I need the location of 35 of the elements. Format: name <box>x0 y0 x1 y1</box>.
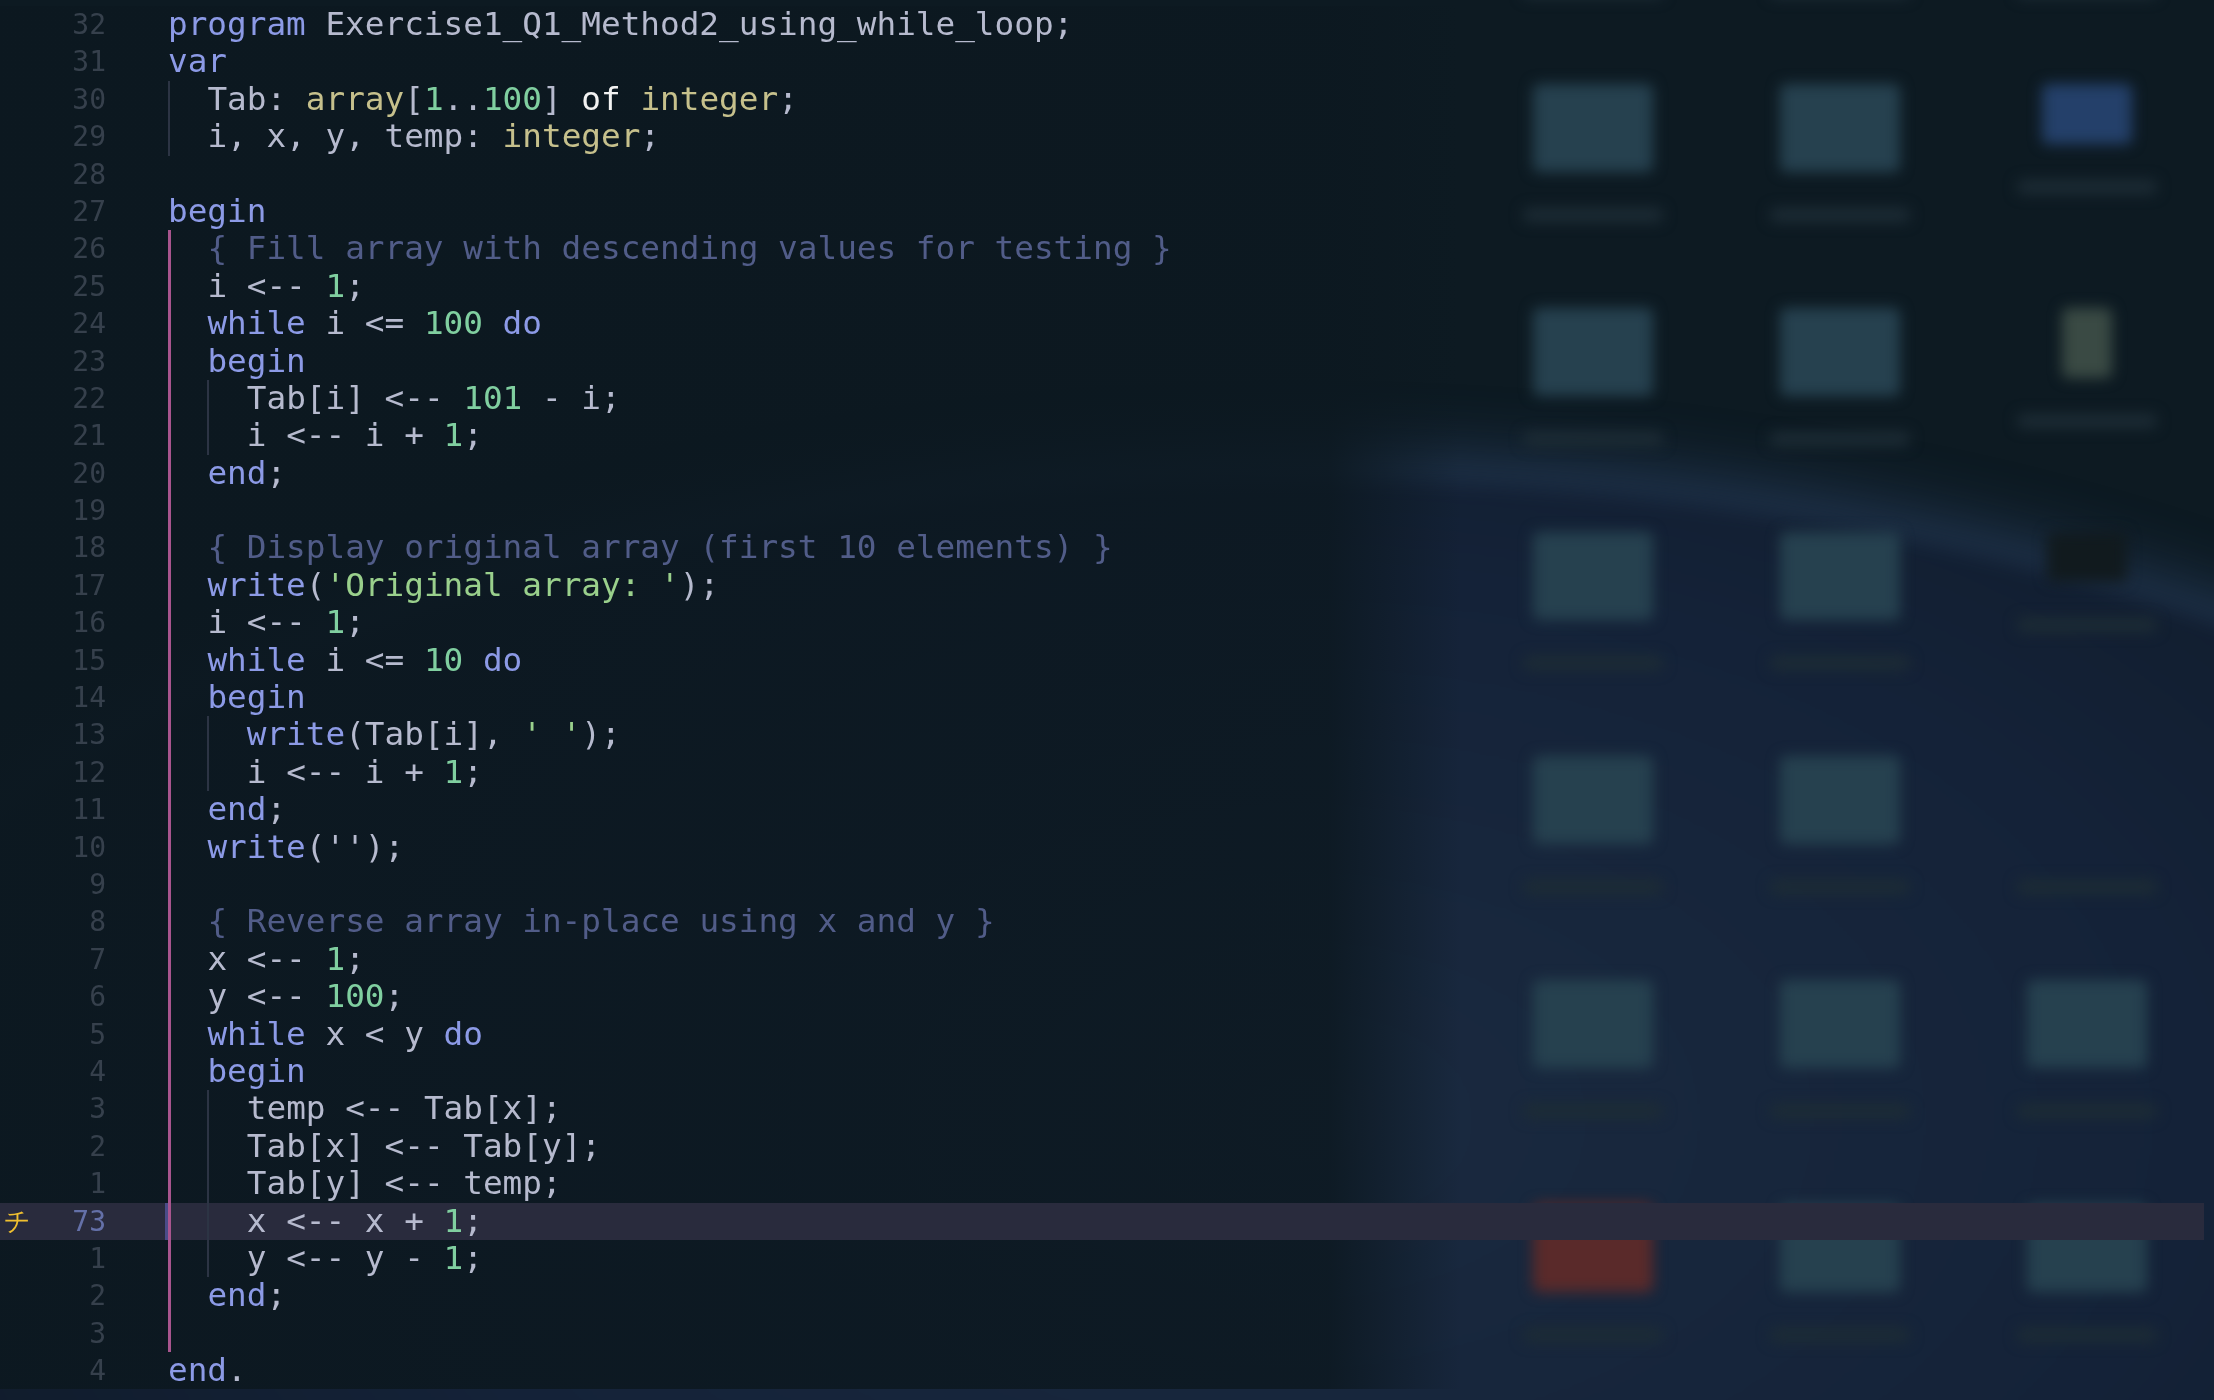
code-line: y <-- 100; <box>207 978 405 1016</box>
code-line: while i <= 100 do <box>207 305 542 343</box>
code-line: i <-- i + 1; <box>246 753 483 792</box>
code-line: i <-- 1; <box>207 604 365 642</box>
code-line: while i <= 10 do <box>207 641 523 680</box>
code-line: end; <box>207 1277 287 1315</box>
code-line: temp <-- Tab[x]; <box>246 1090 562 1128</box>
code-line: write(Tab[i], ' '); <box>246 716 621 754</box>
code-line: i <-- 1; <box>207 267 365 306</box>
gutter-sign: チ <box>3 1204 32 1238</box>
code-line: write('Original array: '); <box>207 566 720 605</box>
code-comment: { Display original array (first 10 elements) } <box>207 529 1113 567</box>
code-line: Tab[i] <-- 101 - i; <box>246 379 621 418</box>
code-line: begin <box>207 679 306 717</box>
code-line: end; <box>207 454 287 493</box>
code-line: begin <box>207 342 306 380</box>
code-line: begin <box>168 192 267 231</box>
code-line: Tab[x] <-- Tab[y]; <box>246 1127 601 1166</box>
code-line: var <box>168 43 228 81</box>
code-line: while x < y do <box>207 1015 483 1053</box>
line-number: 73 <box>71 1203 106 1240</box>
code-comment: { Fill array with descending values for testing } <box>207 230 1172 268</box>
code-line: end. <box>168 1352 247 1390</box>
code-line: i <-- i + 1; <box>246 417 483 455</box>
code-line: program Exercise1_Q1_Method2_using_while_loop; <box>168 6 1074 44</box>
code-line: begin <box>207 1052 306 1091</box>
code-line: x <-- x + 1; <box>246 1202 483 1240</box>
code-line: y <-- y - 1; <box>246 1239 483 1278</box>
code-line: Tab: array[1..100] of integer; <box>207 80 798 119</box>
code-line: write(''); <box>207 828 405 866</box>
code-line: Tab[y] <-- temp; <box>246 1165 562 1203</box>
code-comment: { Reverse array in-place using x and y } <box>207 903 995 941</box>
code-line: i, x, y, temp: integer; <box>207 118 661 156</box>
code-line: x <-- 1; <box>207 940 365 979</box>
code-line: end; <box>207 791 287 829</box>
